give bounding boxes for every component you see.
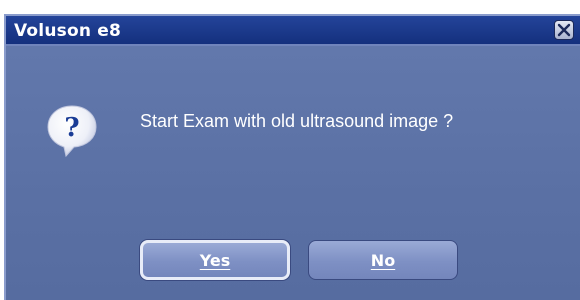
titlebar: Voluson e8 <box>6 16 580 46</box>
no-button[interactable]: No <box>308 240 458 280</box>
dialog-message: Start Exam with old ultrasound image ? <box>140 111 454 131</box>
dialog-body: ? Start Exam with old ultrasound image ?… <box>6 46 580 300</box>
yes-button[interactable]: Yes <box>140 240 290 280</box>
close-button[interactable] <box>554 20 574 40</box>
dialog-window: Voluson e8 ? Start Exam with old ultraso… <box>4 14 580 300</box>
dialog-title: Voluson e8 <box>14 21 122 41</box>
question-icon: ? <box>47 105 97 158</box>
svg-text:?: ? <box>64 113 79 143</box>
close-icon <box>557 23 571 37</box>
